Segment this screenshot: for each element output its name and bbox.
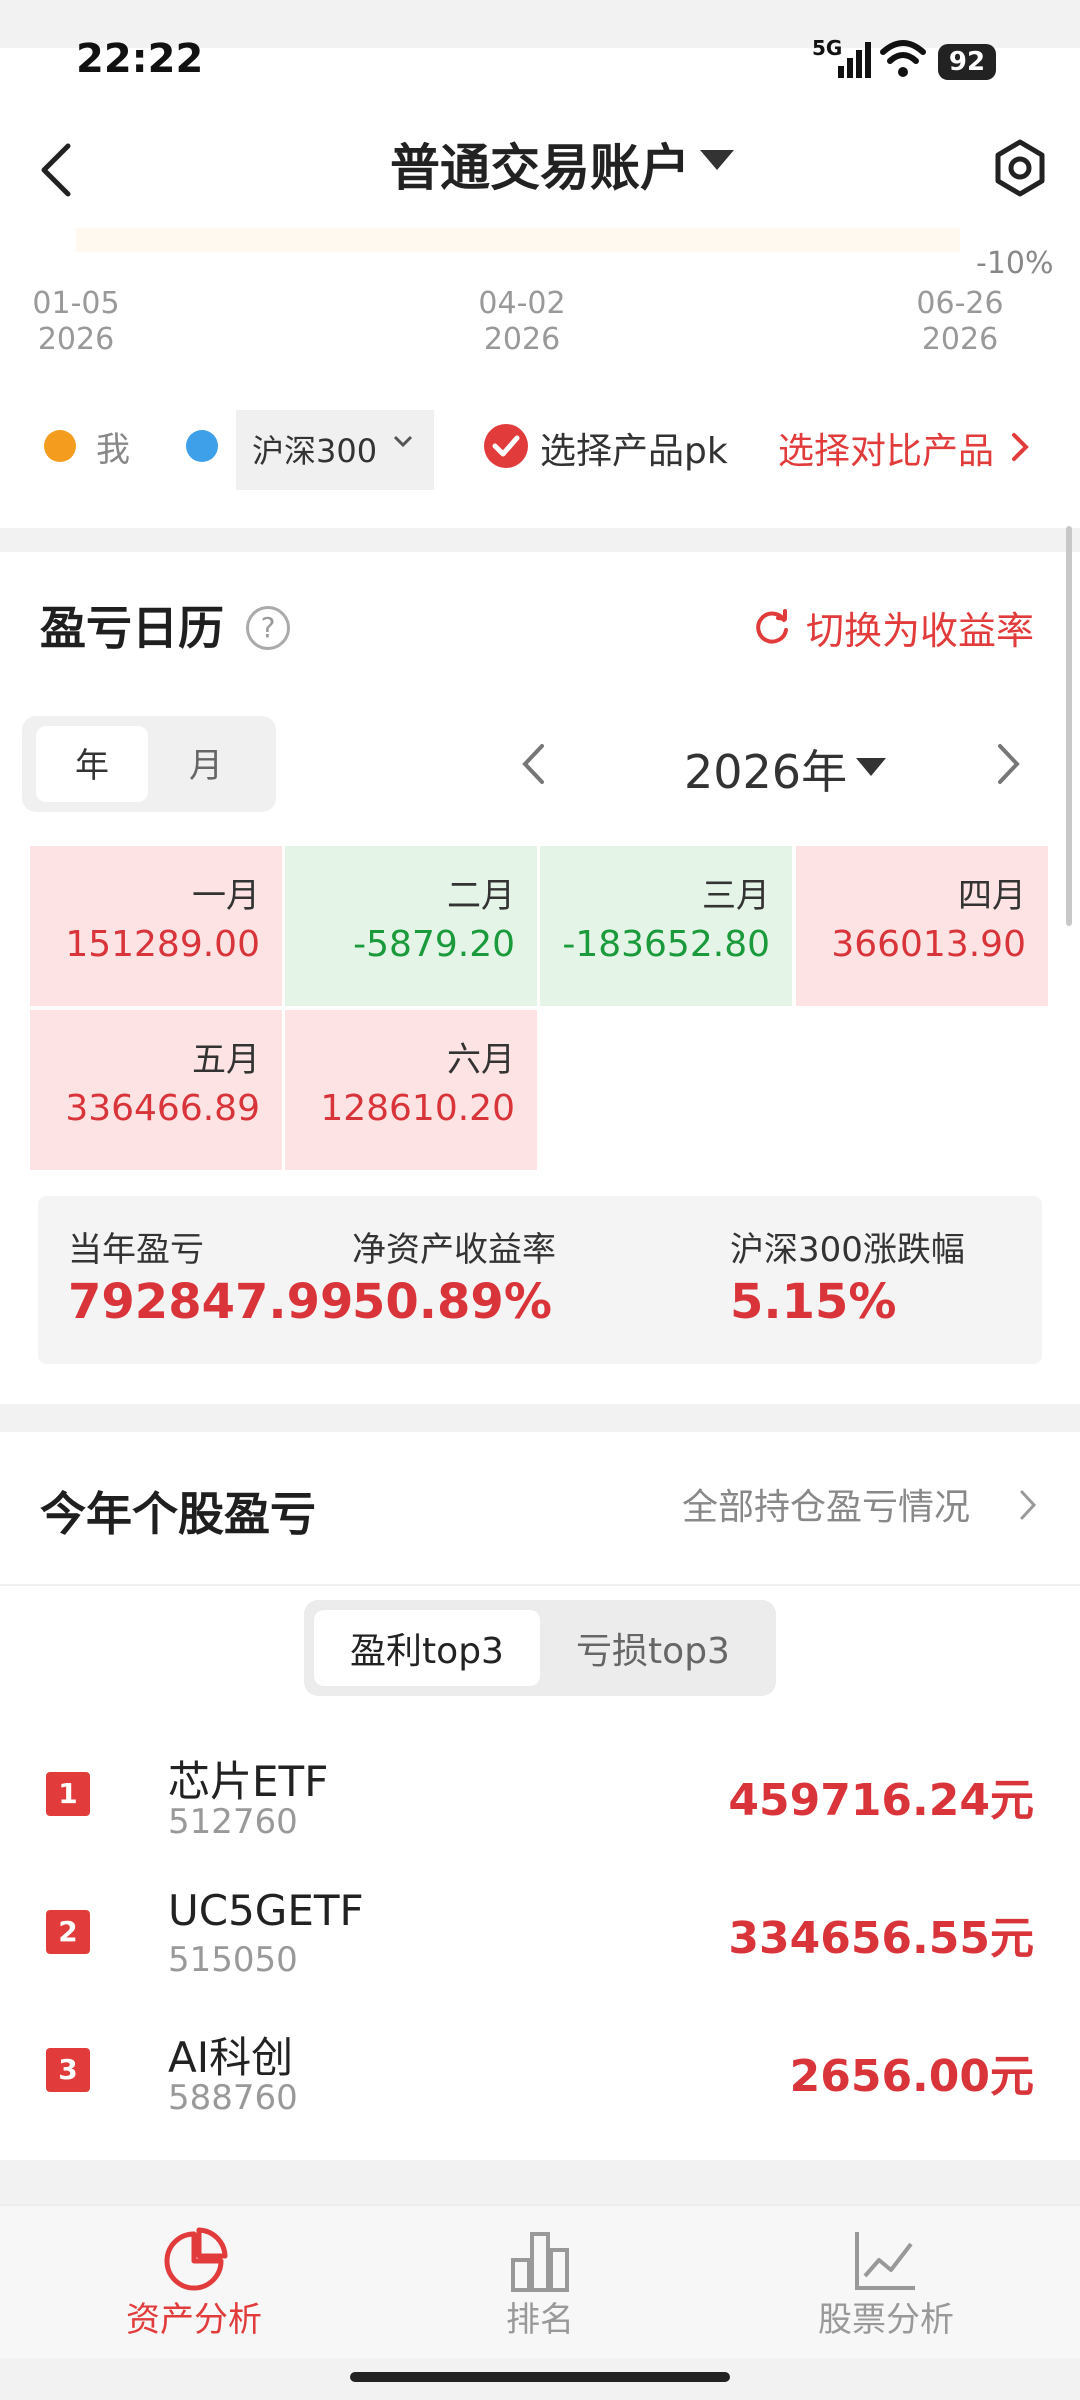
wifi-icon (880, 40, 926, 77)
status-time: 22:22 (76, 36, 204, 82)
stock-pnl: 459716.24元 (728, 1775, 1034, 1826)
stat-value: 5.15% (730, 1274, 897, 1330)
stat-label: 净资产收益率 (352, 1230, 556, 1270)
back-icon[interactable] (36, 140, 76, 200)
chart-x-tick-date: 06-26 (916, 286, 1004, 321)
month-cell[interactable]: 四月 366013.90 (796, 846, 1048, 1006)
month-cell[interactable]: 二月 -5879.20 (285, 846, 537, 1006)
tab-month[interactable]: 月 (150, 738, 262, 787)
stat-value: 792847.99 (68, 1274, 354, 1330)
month-name: 五月 (192, 1040, 260, 1080)
signal-icon: 5G (812, 36, 872, 80)
month-name: 一月 (192, 876, 260, 916)
settings-icon[interactable] (990, 138, 1050, 198)
bar-chart-icon (511, 2232, 569, 2292)
month-cell[interactable]: 五月 336466.89 (30, 1010, 282, 1170)
select-pk-label[interactable]: 选择产品pk (540, 422, 728, 474)
index-select-value: 沪深300 (252, 432, 378, 470)
nav-label: 资产分析 (126, 2300, 262, 2340)
stat-value: 50.89% (352, 1274, 552, 1330)
section-title: 今年个股盈亏 (40, 1487, 316, 1541)
pie-chart-icon (164, 2227, 228, 2291)
divider (0, 1584, 1080, 1586)
month-value: -183652.80 (562, 924, 770, 965)
stat-label: 当年盈亏 (68, 1230, 204, 1270)
chevron-right-icon[interactable] (1018, 1488, 1038, 1522)
nav-item-stock-analysis[interactable]: 股票分析 (736, 2220, 1036, 2340)
refresh-icon[interactable] (752, 606, 792, 646)
month-cell[interactable]: 一月 151289.00 (30, 846, 282, 1006)
list-item[interactable]: 1 芯片ETF 512760 459716.24元 (0, 1740, 1080, 1870)
month-name: 二月 (447, 876, 515, 916)
list-item[interactable]: 3 AI科创 588760 2656.00元 (0, 2016, 1080, 2146)
stock-name: AI科创 (168, 2033, 294, 2082)
select-compare-link[interactable]: 选择对比产品 (778, 422, 994, 474)
month-value: -5879.20 (353, 924, 515, 965)
chart-x-tick-year: 2026 (921, 322, 999, 357)
chart-x-tick-year: 2026 (483, 322, 561, 357)
stock-code: 512760 (168, 1802, 298, 1842)
month-value: 336466.89 (65, 1088, 260, 1129)
stock-code: 588760 (168, 2078, 298, 2118)
chart-x-tick-year: 2026 (37, 322, 115, 357)
month-name: 四月 (958, 876, 1026, 916)
help-icon[interactable]: ? (246, 606, 290, 650)
chart-x-tick-date: 04-02 (478, 286, 566, 321)
stock-code: 515050 (168, 1940, 298, 1980)
nav-label: 排名 (506, 2300, 574, 2340)
tab-year[interactable]: 年 (36, 738, 148, 787)
caret-down-icon[interactable] (700, 150, 734, 170)
month-cell[interactable]: 六月 128610.20 (285, 1010, 537, 1170)
year-selector[interactable]: 2026年 (684, 736, 847, 802)
legend-index-dot (186, 430, 218, 462)
chart-x-tick: 01-05 2026 (0, 286, 156, 358)
month-value: 151289.00 (65, 924, 260, 965)
rank-badge: 3 (46, 2048, 90, 2092)
rank-badge: 2 (46, 1910, 90, 1954)
chart-area (76, 228, 960, 252)
chevron-right-icon[interactable] (1010, 432, 1030, 462)
month-value: 128610.20 (320, 1088, 515, 1129)
battery-indicator: 92 (938, 44, 996, 80)
stock-pnl: 2656.00元 (789, 2051, 1034, 2102)
switch-to-rate-button[interactable]: 切换为收益率 (806, 600, 1034, 655)
chevron-left-icon[interactable] (520, 742, 546, 786)
month-name: 三月 (702, 876, 770, 916)
stat-label: 沪深300涨跌幅 (730, 1230, 965, 1270)
chart-x-tick: 06-26 2026 (880, 286, 1040, 358)
rank-badge: 1 (46, 1772, 90, 1816)
stock-name: UC5GETF (168, 1886, 364, 1935)
all-holdings-link[interactable]: 全部持仓盈亏情况 (682, 1478, 970, 1530)
caret-down-icon[interactable] (856, 758, 886, 776)
scrollbar[interactable] (1066, 526, 1072, 926)
list-item[interactable]: 2 UC5GETF 515050 334656.55元 (0, 1878, 1080, 2008)
tab-profit-top3[interactable]: 盈利top3 (314, 1622, 540, 1674)
legend-me-label: 我 (96, 430, 130, 470)
month-name: 六月 (447, 1040, 515, 1080)
stock-name: 芯片ETF (168, 1757, 329, 1806)
chart-x-tick: 04-02 2026 (442, 286, 602, 358)
nav-label: 股票分析 (818, 2300, 954, 2340)
nav-item-ranking[interactable]: 排名 (390, 2220, 690, 2340)
line-chart-icon (855, 2232, 915, 2290)
month-value: 366013.90 (831, 924, 1026, 965)
chevron-right-icon[interactable] (996, 742, 1022, 786)
chart-y-label: -10% (976, 246, 1054, 281)
chevron-down-icon (393, 435, 413, 448)
tab-loss-top3[interactable]: 亏损top3 (540, 1622, 766, 1674)
checkmark-icon[interactable] (484, 424, 528, 468)
month-cell[interactable]: 三月 -183652.80 (540, 846, 792, 1006)
home-indicator[interactable] (350, 2372, 730, 2382)
chart-x-tick-date: 01-05 (32, 286, 120, 321)
legend-me-dot (44, 430, 76, 462)
nav-item-asset-analysis[interactable]: 资产分析 (44, 2220, 344, 2340)
section-title: 盈亏日历 (40, 601, 224, 655)
stock-pnl: 334656.55元 (728, 1913, 1034, 1964)
